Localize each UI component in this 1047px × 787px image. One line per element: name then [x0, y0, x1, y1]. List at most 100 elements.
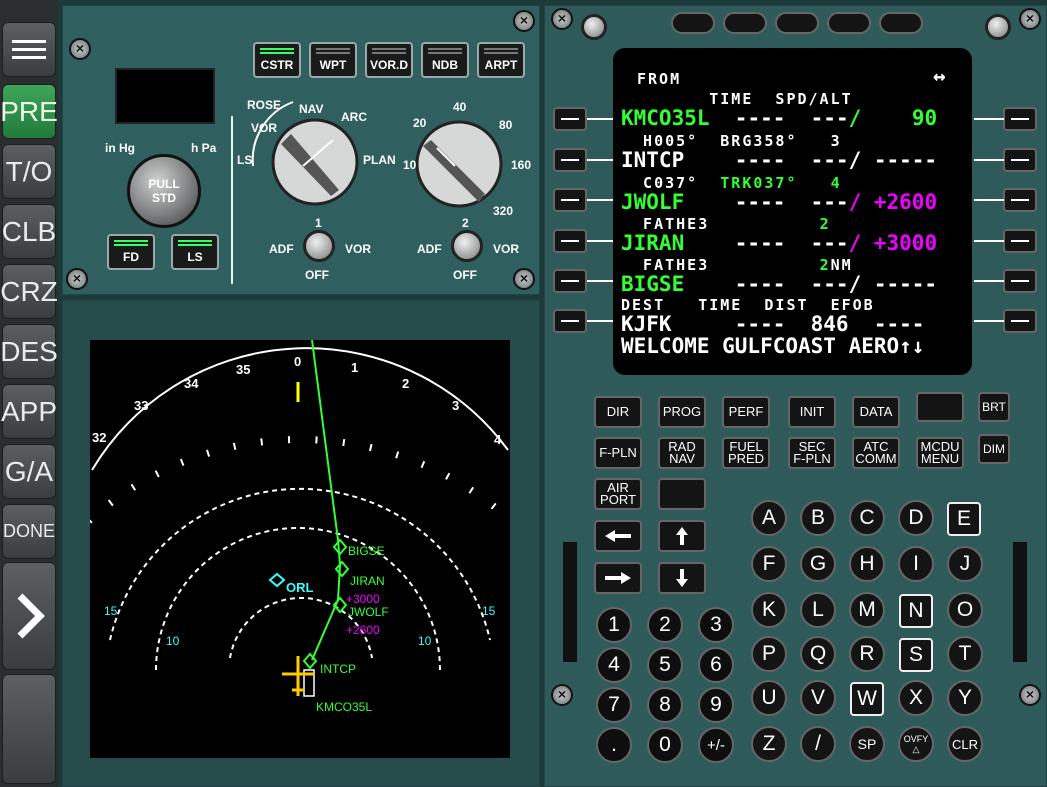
key-overfly[interactable]: OVFY △ — [898, 726, 934, 762]
fd-button[interactable]: FD — [107, 234, 155, 270]
adf-vor-2-switch[interactable] — [451, 230, 483, 262]
key-i[interactable]: I — [898, 546, 934, 582]
fuelpred-key[interactable]: FUEL PRED — [722, 437, 770, 469]
phase-pre[interactable]: PRE — [0, 84, 58, 139]
slew-down-key[interactable] — [658, 562, 706, 594]
key-w[interactable]: W — [850, 682, 884, 716]
key-o[interactable]: O — [947, 592, 983, 628]
baro-knob[interactable]: PULL STD — [127, 154, 201, 228]
lsk-2r[interactable] — [1003, 148, 1037, 172]
wpt-button[interactable]: WPT — [309, 42, 357, 78]
secfpln-key[interactable]: SEC F-PLN — [788, 437, 836, 469]
key-d[interactable]: D — [898, 500, 934, 536]
key-p[interactable]: P — [751, 636, 787, 672]
slew-left-key[interactable] — [594, 520, 642, 552]
phase-cruise[interactable]: CRZ — [0, 264, 58, 319]
cstr-button[interactable]: CSTR — [253, 42, 301, 78]
line-4-big: JIRAN ---- ---/ +3000 — [621, 231, 938, 255]
key-f[interactable]: F — [751, 546, 787, 582]
key-t[interactable]: T — [947, 636, 983, 672]
mcdumenu-key[interactable]: MCDU MENU — [916, 437, 964, 469]
phase-takeoff[interactable]: T/O — [2, 144, 56, 199]
key-j[interactable]: J — [947, 546, 983, 582]
phase-descent[interactable]: DES — [0, 324, 58, 379]
data-key[interactable]: DATA — [852, 396, 900, 428]
key-q[interactable]: Q — [800, 636, 836, 672]
key-1[interactable]: 1 — [596, 607, 632, 643]
lsk-4l[interactable] — [553, 229, 587, 253]
key-0[interactable]: 0 — [647, 727, 683, 763]
vord-button[interactable]: VOR.D — [365, 42, 413, 78]
key-a[interactable]: A — [751, 500, 787, 536]
atccomm-key[interactable]: ATC COMM — [852, 437, 900, 469]
phase-climb[interactable]: CLB — [2, 204, 56, 259]
dir-key[interactable]: DIR — [594, 396, 642, 428]
page-title: FROM — [637, 70, 682, 88]
nd-graphics — [86, 339, 509, 697]
key-4[interactable]: 4 — [596, 647, 632, 683]
key-clear[interactable]: CLR — [947, 726, 983, 762]
dim-key[interactable]: DIM — [978, 434, 1010, 464]
key-r[interactable]: R — [849, 636, 885, 672]
prog-key[interactable]: PROG — [658, 396, 706, 428]
lsk-4r[interactable] — [1003, 229, 1037, 253]
key-9[interactable]: 9 — [698, 687, 734, 723]
lsk-1r[interactable] — [1003, 107, 1037, 131]
key-space[interactable]: SP — [849, 726, 885, 762]
fpln-key[interactable]: F-PLN — [594, 437, 642, 469]
key-s[interactable]: S — [899, 638, 933, 672]
ls-button[interactable]: LS — [171, 234, 219, 270]
key-8[interactable]: 8 — [647, 687, 683, 723]
lsk-1l[interactable] — [553, 107, 587, 131]
key-l[interactable]: L — [800, 592, 836, 628]
radnav-key[interactable]: RAD NAV — [658, 437, 706, 469]
lsk-3l[interactable] — [553, 188, 587, 212]
key-3[interactable]: 3 — [698, 607, 734, 643]
key-k[interactable]: K — [751, 592, 787, 628]
phase-go-around[interactable]: G/A — [2, 444, 56, 499]
key-z[interactable]: Z — [751, 726, 787, 762]
key-5[interactable]: 5 — [647, 647, 683, 683]
init-key[interactable]: INIT — [788, 396, 836, 428]
key-2[interactable]: 2 — [647, 607, 683, 643]
phase-sidebar: PRE T/O CLB CRZ DES APP G/A DONE — [0, 0, 58, 787]
phase-approach[interactable]: APP — [1, 384, 57, 439]
menu-button[interactable] — [2, 22, 56, 77]
slew-right-key[interactable] — [594, 562, 642, 594]
next-button[interactable] — [2, 562, 56, 670]
lsk-2l[interactable] — [553, 148, 587, 172]
key-v[interactable]: V — [800, 680, 836, 716]
lsk-3r[interactable] — [1003, 188, 1037, 212]
perf-key[interactable]: PERF — [722, 396, 770, 428]
key-x[interactable]: X — [898, 680, 934, 716]
lsk-5r[interactable] — [1003, 269, 1037, 293]
brt-key[interactable]: BRT — [978, 392, 1010, 422]
lsk-5l[interactable] — [553, 269, 587, 293]
blank-button[interactable] — [2, 674, 56, 784]
airport-key[interactable]: AIR PORT — [594, 478, 642, 510]
compass-tick — [107, 499, 114, 507]
key-7[interactable]: 7 — [596, 687, 632, 723]
key-n[interactable]: N — [899, 594, 933, 628]
key-6[interactable]: 6 — [698, 647, 734, 683]
key-c[interactable]: C — [849, 500, 885, 536]
key-y[interactable]: Y — [947, 680, 983, 716]
arpt-button[interactable]: ARPT — [477, 42, 525, 78]
key-b[interactable]: B — [800, 500, 836, 536]
lsk-6r[interactable] — [1003, 309, 1037, 333]
blank-key[interactable] — [658, 478, 706, 510]
adf-vor-1-switch[interactable] — [303, 230, 335, 262]
key-e[interactable]: E — [947, 502, 981, 536]
phase-done[interactable]: DONE — [2, 504, 56, 559]
key-m[interactable]: M — [849, 592, 885, 628]
lsk-6l[interactable] — [553, 309, 587, 333]
key-g[interactable]: G — [800, 546, 836, 582]
key-u[interactable]: U — [751, 680, 787, 716]
key-dot[interactable]: . — [596, 727, 632, 763]
key-slash[interactable]: / — [800, 726, 836, 762]
slew-up-key[interactable] — [658, 520, 706, 552]
key-plus-minus[interactable]: +/- — [698, 727, 734, 763]
ndb-button[interactable]: NDB — [421, 42, 469, 78]
blank-key[interactable] — [916, 392, 964, 422]
key-h[interactable]: H — [849, 546, 885, 582]
